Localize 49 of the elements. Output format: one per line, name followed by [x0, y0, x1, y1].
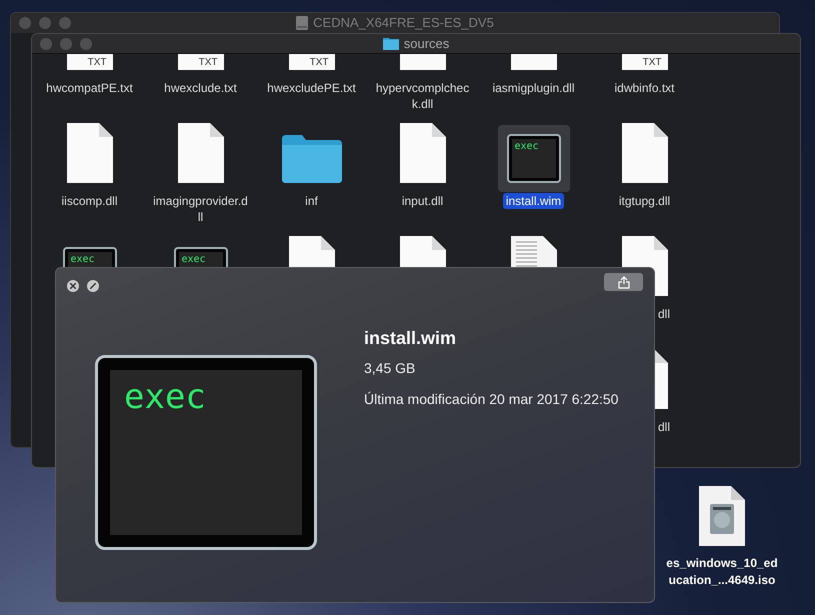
document-icon [178, 123, 224, 183]
file-name[interactable]: hypervcomplchec k.dll [376, 80, 470, 112]
disk-image-icon[interactable] [699, 486, 745, 546]
text-document-icon [510, 236, 556, 268]
close-icon[interactable] [67, 280, 79, 292]
file-name[interactable]: es_windows_10_ed ucation_...4649.iso [666, 555, 778, 589]
file-name[interactable]: iasmigplugin.dll [492, 80, 575, 96]
file-name[interactable]: hwcompatPE.txt [46, 80, 133, 96]
share-icon [618, 276, 630, 288]
document-icon [66, 123, 112, 183]
file-type-label: TXT [642, 57, 662, 69]
file-size: 3,45 GB [364, 359, 416, 378]
fullscreen-icon[interactable] [87, 280, 99, 292]
file-name[interactable]: input.dll [402, 193, 444, 209]
document-icon [400, 236, 446, 268]
terminal-text: exec [70, 254, 95, 265]
file-type-label: TXT [88, 57, 106, 69]
window-control-icon[interactable] [40, 38, 52, 50]
terminal-text: exec [182, 254, 206, 265]
file-name[interactable]: dll [658, 306, 670, 322]
file-name[interactable]: install.wim [502, 193, 564, 209]
window-title: CEDNA_X64FRE_ES-ES_DV5 [313, 14, 494, 32]
window-control-icon[interactable] [60, 38, 72, 50]
file-type-label: TXT [310, 57, 328, 69]
share-button[interactable] [604, 273, 643, 291]
window-control-icon[interactable] [80, 38, 92, 50]
selection-highlight[interactable]: exec [498, 125, 570, 192]
terminal-text: exec [514, 141, 539, 152]
file-name[interactable]: inf [305, 193, 318, 209]
file-name[interactable]: idwbinfo.txt [614, 80, 675, 96]
terminal-text: exec [124, 377, 206, 417]
file-name[interactable]: iiscomp.dll [61, 193, 118, 209]
file-type-label: TXT [198, 57, 218, 69]
document-icon [288, 236, 334, 268]
file-name[interactable]: hwexcludePE.txt [267, 80, 356, 96]
document-icon [400, 123, 446, 183]
folder-icon [282, 135, 342, 183]
document-icon [622, 123, 668, 183]
file-name[interactable]: dll [658, 419, 670, 435]
window-control-icon[interactable] [59, 17, 71, 29]
window-title: sources [404, 34, 450, 53]
file-name[interactable]: hwexclude.txt [164, 80, 237, 96]
file-title: install.wim [364, 327, 458, 350]
window-control-icon[interactable] [19, 17, 31, 29]
file-name[interactable]: imagingprovider.d ll [153, 193, 248, 225]
folder-icon [382, 37, 399, 50]
modified-date: Última modificación 20 mar 2017 6:22:50 [364, 390, 618, 409]
window-control-icon[interactable] [39, 17, 51, 29]
file-name[interactable]: itgtupg.dll [618, 193, 670, 209]
